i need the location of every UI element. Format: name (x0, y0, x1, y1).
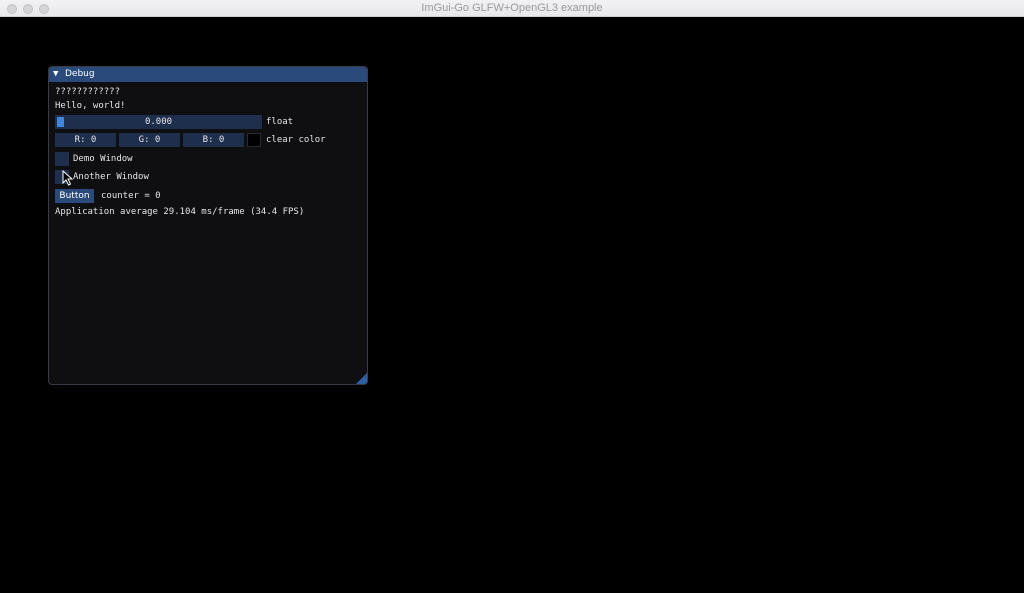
resize-grip-icon[interactable] (356, 373, 367, 384)
hello-text: Hello, world! (55, 101, 126, 111)
float-slider[interactable]: 0.000 (55, 115, 262, 129)
demo-window-checkbox[interactable] (55, 152, 69, 166)
demo-window-label[interactable]: Demo Window (73, 152, 133, 166)
debug-window-titlebar[interactable]: ▼ Debug (49, 67, 367, 82)
os-window-title: ImGui-Go GLFW+OpenGL3 example (421, 2, 603, 14)
os-titlebar[interactable]: ImGui-Go GLFW+OpenGL3 example (0, 0, 1024, 17)
render-canvas: ▼ Debug ???????????? Hello, world! 0.000… (0, 17, 1024, 593)
mouse-cursor-icon (62, 170, 74, 186)
debug-window[interactable]: ▼ Debug ???????????? Hello, world! 0.000… (48, 66, 368, 385)
clear-color-swatch[interactable] (247, 133, 261, 147)
another-window-label[interactable]: Another Window (73, 170, 149, 184)
color-b-field[interactable]: B: 0 (183, 133, 244, 147)
color-r-field[interactable]: R: 0 (55, 133, 116, 147)
slider-value: 0.000 (144, 117, 173, 127)
app-window: ImGui-Go GLFW+OpenGL3 example ▼ Debug ??… (0, 0, 1024, 593)
collapse-arrow-icon[interactable]: ▼ (53, 67, 58, 82)
fps-text: Application average 29.104 ms/frame (34.… (55, 207, 305, 217)
slider-label: float (266, 117, 294, 127)
color-g-field[interactable]: G: 0 (119, 133, 180, 147)
debug-window-title: Debug (65, 69, 95, 79)
counter-text: counter = 0 (101, 191, 161, 201)
clear-color-label: clear color (266, 135, 326, 145)
counter-button[interactable]: Button (55, 189, 94, 203)
text-line: ???????????? (55, 87, 121, 97)
